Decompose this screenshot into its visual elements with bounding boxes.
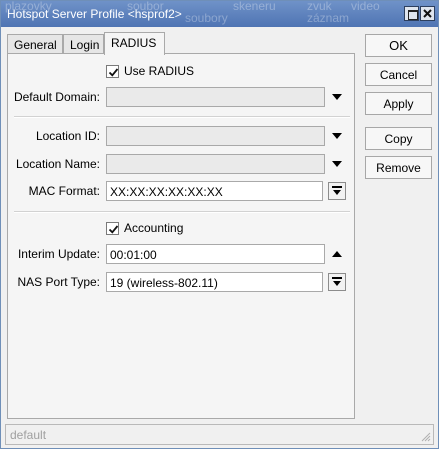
dropdown-button-icon[interactable] bbox=[328, 273, 346, 291]
dropdown-arrow-icon[interactable] bbox=[332, 161, 342, 167]
tab-radius[interactable]: RADIUS bbox=[104, 32, 165, 55]
interim-update-label: Interim Update: bbox=[17, 247, 100, 261]
nas-port-type-label: NAS Port Type: bbox=[17, 275, 100, 289]
background-text: záznam bbox=[307, 11, 350, 25]
background-text: soubory bbox=[185, 11, 228, 25]
copy-button[interactable]: Copy bbox=[365, 127, 432, 150]
up-arrow-icon[interactable] bbox=[332, 251, 342, 257]
location-id-label: Location ID: bbox=[35, 129, 100, 143]
location-name-label: Location Name: bbox=[15, 157, 100, 171]
background-text: video bbox=[351, 1, 380, 13]
default-domain-field[interactable] bbox=[106, 87, 325, 107]
use-radius-label: Use RADIUS bbox=[124, 64, 195, 78]
restore-icon[interactable] bbox=[404, 6, 419, 21]
separator bbox=[14, 116, 350, 118]
accounting-label: Accounting bbox=[124, 221, 184, 235]
default-domain-label: Default Domain: bbox=[13, 90, 100, 104]
ok-button[interactable]: OK bbox=[365, 34, 432, 57]
mac-format-label: MAC Format: bbox=[28, 184, 100, 198]
dropdown-arrow-icon[interactable] bbox=[332, 94, 342, 100]
remove-button[interactable]: Remove bbox=[365, 156, 432, 179]
cancel-button[interactable]: Cancel bbox=[365, 63, 432, 86]
close-icon[interactable] bbox=[420, 6, 435, 21]
status-text: default bbox=[10, 428, 47, 442]
title-bar[interactable]: plazovky soubor soubory skeneru zvuk záz… bbox=[1, 1, 438, 27]
separator bbox=[14, 211, 350, 213]
background-text: skeneru bbox=[233, 1, 276, 13]
nas-port-type-field[interactable]: 19 (wireless-802.11) bbox=[106, 272, 323, 292]
nas-port-type-row: NAS Port Type: 19 (wireless-802.11) bbox=[8, 272, 356, 292]
tab-general[interactable]: General bbox=[7, 34, 63, 54]
apply-button[interactable]: Apply bbox=[365, 92, 432, 115]
resize-grip-icon[interactable] bbox=[421, 432, 431, 442]
location-name-row: Location Name: bbox=[8, 154, 356, 174]
tab-login[interactable]: Login bbox=[63, 34, 104, 54]
interim-update-field[interactable]: 00:01:00 bbox=[106, 244, 325, 264]
dropdown-button-icon[interactable] bbox=[328, 182, 346, 200]
default-domain-row: Default Domain: bbox=[8, 87, 356, 107]
mac-format-field[interactable]: XX:XX:XX:XX:XX:XX bbox=[106, 181, 323, 201]
location-name-field[interactable] bbox=[106, 154, 325, 174]
use-radius-checkbox[interactable] bbox=[106, 65, 119, 78]
checkmark-icon bbox=[108, 68, 119, 77]
checkmark-icon bbox=[108, 225, 119, 234]
location-id-field[interactable] bbox=[106, 126, 325, 146]
location-id-row: Location ID: bbox=[8, 126, 356, 146]
accounting-checkbox[interactable] bbox=[106, 222, 119, 235]
status-bar: default bbox=[5, 424, 434, 445]
dropdown-arrow-icon[interactable] bbox=[332, 133, 342, 139]
hotspot-server-profile-window: plazovky soubor soubory skeneru zvuk záz… bbox=[0, 0, 439, 449]
radius-panel: Use RADIUS Default Domain: Location ID: … bbox=[7, 53, 355, 419]
mac-format-row: MAC Format: XX:XX:XX:XX:XX:XX bbox=[8, 181, 356, 201]
window-title: Hotspot Server Profile <hsprof2> bbox=[7, 7, 182, 21]
interim-update-row: Interim Update: 00:01:00 bbox=[8, 244, 356, 264]
